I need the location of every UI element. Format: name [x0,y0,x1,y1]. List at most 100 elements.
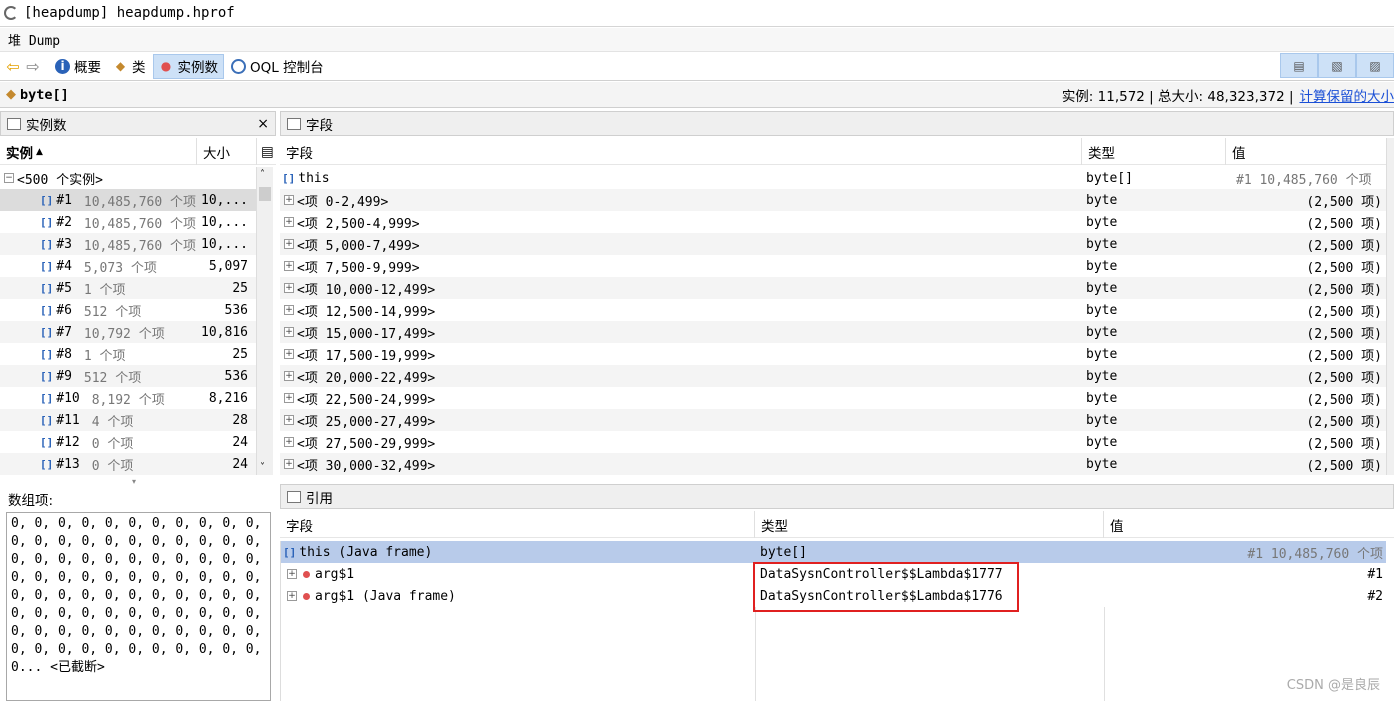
highlight-box [753,562,1019,612]
array-icon: [] [40,281,54,295]
table-row[interactable]: + <项 22,500-24,999> byte (2,500 项) [280,387,1386,409]
fields-panel-header: 字段 [280,111,1394,136]
column-type[interactable]: 类型 [755,511,1104,538]
view-layout-3-button[interactable]: ▨ [1356,53,1394,78]
expand-icon[interactable]: + [284,283,294,293]
watermark: CSDN @是良辰 [1286,678,1380,693]
panel-icon [7,117,21,130]
table-row[interactable]: + <项 10,000-12,499> byte (2,500 项) [280,277,1386,299]
table-row[interactable]: + <项 0-2,499> byte (2,500 项) [280,189,1386,211]
instance-row[interactable]: [] #8 1 个项 25 [0,343,256,365]
reference-row[interactable]: [] this (Java frame) byte[] #1 10,485,760 个… [281,541,1386,563]
expand-icon[interactable]: + [284,393,294,403]
table-row[interactable]: + <项 7,500-9,999> byte (2,500 项) [280,255,1386,277]
splitter-handle[interactable]: ▾ [132,477,136,486]
column-value[interactable]: 值 [1104,511,1394,538]
field-value: (2,500 项) [1306,282,1382,298]
table-row[interactable]: + <项 5,000-7,499> byte (2,500 项) [280,233,1386,255]
instances-button[interactable]: ● 实例数 [152,53,224,79]
instance-id: #8 [56,346,72,362]
summary-button[interactable]: i 概要 [50,54,106,79]
column-field[interactable]: 字段 [280,511,755,538]
array-items-textarea[interactable]: 0, 0, 0, 0, 0, 0, 0, 0, 0, 0, 0, 0, 0, 0… [6,512,271,701]
view-layout-1-button[interactable]: ▤ [1280,53,1318,78]
instance-row[interactable]: [] #12 0 个项 24 [0,431,256,453]
instance-id: #6 [56,302,72,318]
expand-icon[interactable]: + [284,415,294,425]
table-row[interactable]: + <项 25,000-27,499> byte (2,500 项) [280,409,1386,431]
column-instance[interactable]: 实例 ▲ [0,138,197,165]
instance-row[interactable]: [] #7 10,792 个项 10,816 [0,321,256,343]
expand-icon[interactable]: + [284,437,294,447]
instance-row[interactable]: [] #10 8,192 个项 8,216 [0,387,256,409]
table-row[interactable]: + <项 20,000-22,499> byte (2,500 项) [280,365,1386,387]
column-field[interactable]: 字段 [280,138,1082,165]
forward-arrow-icon[interactable]: ⇨ [24,57,42,76]
column-type[interactable]: 类型 [1082,138,1226,165]
instance-row[interactable]: [] #1 10,485,760 个项 10,... [0,189,256,211]
expand-icon[interactable]: + [284,217,294,227]
instance-row[interactable]: [] #2 10,485,760 个项 10,... [0,211,256,233]
instances-scrollbar[interactable]: ˄ ˅ [256,167,273,475]
expand-icon[interactable]: + [284,239,294,249]
instance-row[interactable]: [] #5 1 个项 25 [0,277,256,299]
toolbar: ⇦ ⇨ i 概要 ◆ 类 ● 实例数 OQL 控制台 ▤ ▧ ▨ [0,52,1394,81]
field-type: byte [1086,368,1118,384]
view-layout-2-button[interactable]: ▧ [1318,53,1356,78]
table-row[interactable]: + <项 15,000-17,499> byte (2,500 项) [280,321,1386,343]
instance-group[interactable]: − <500 个实例> [0,167,256,189]
expand-icon[interactable]: + [284,261,294,271]
instance-row[interactable]: [] #13 0 个项 24 [0,453,256,475]
instance-row[interactable]: [] #3 10,485,760 个项 10,... [0,233,256,255]
expand-icon[interactable]: + [284,195,294,205]
column-divider [755,607,756,701]
table-row[interactable]: + <项 17,500-19,999> byte (2,500 项) [280,343,1386,365]
object-icon [303,570,310,578]
table-row[interactable]: [] this byte[] #1 10,485,760 个项 [280,167,1386,189]
references-panel-header: 引用 [280,484,1394,509]
scroll-down-icon[interactable]: ˅ [260,462,265,473]
instance-row[interactable]: [] #11 4 个项 28 [0,409,256,431]
compute-retained-size-link[interactable]: 计算保留的大小 [1300,85,1394,105]
fields-column-header: 字段 类型 值 [280,138,1394,165]
field-name: <项 12,500-14,999> [297,304,436,320]
back-arrow-icon[interactable]: ⇦ [4,57,22,76]
table-row[interactable]: + <项 2,500-4,999> byte (2,500 项) [280,211,1386,233]
expand-icon[interactable]: + [284,459,294,469]
field-value: (2,500 项) [1306,348,1382,364]
oql-console-button[interactable]: OQL 控制台 [226,54,329,79]
array-icon: [] [282,171,296,185]
scrollbar-thumb[interactable] [259,187,271,201]
reference-value: #1 10,485,760 个项 [1247,546,1383,562]
expand-icon[interactable]: + [284,305,294,315]
field-type: byte [1086,456,1118,472]
instance-size: 28 [232,412,248,428]
field-value: (2,500 项) [1306,304,1382,320]
fields-scrollbar[interactable] [1386,138,1394,475]
table-row[interactable]: + <项 30,000-32,499> byte (2,500 项) [280,453,1386,475]
table-row[interactable]: + <项 12,500-14,999> byte (2,500 项) [280,299,1386,321]
instance-row[interactable]: [] #6 512 个项 536 [0,299,256,321]
array-items-label: 数组项: [8,493,54,509]
table-row[interactable]: + <项 27,500-29,999> byte (2,500 项) [280,431,1386,453]
close-icon[interactable]: × [257,116,269,132]
field-value: (2,500 项) [1306,260,1382,276]
classes-button[interactable]: ◆ 类 [108,54,151,79]
field-value: (2,500 项) [1306,458,1382,474]
column-size[interactable]: 大小 [197,138,257,165]
column-value[interactable]: 值 [1226,138,1394,165]
loading-icon [4,6,18,20]
heap-dump-tab[interactable]: 堆 Dump [0,28,1394,52]
collapse-icon[interactable]: − [4,173,14,183]
scroll-up-icon[interactable]: ˄ [260,169,265,180]
class-icon: ◆ [115,59,126,73]
column-chooser-icon[interactable]: ▤ [257,138,276,165]
expand-icon[interactable]: + [284,371,294,381]
instance-row[interactable]: [] #9 512 个项 536 [0,365,256,387]
expand-icon[interactable]: + [287,591,297,601]
field-type: byte [1086,258,1118,274]
expand-icon[interactable]: + [287,569,297,579]
expand-icon[interactable]: + [284,349,294,359]
instance-row[interactable]: [] #4 5,073 个项 5,097 [0,255,256,277]
expand-icon[interactable]: + [284,327,294,337]
